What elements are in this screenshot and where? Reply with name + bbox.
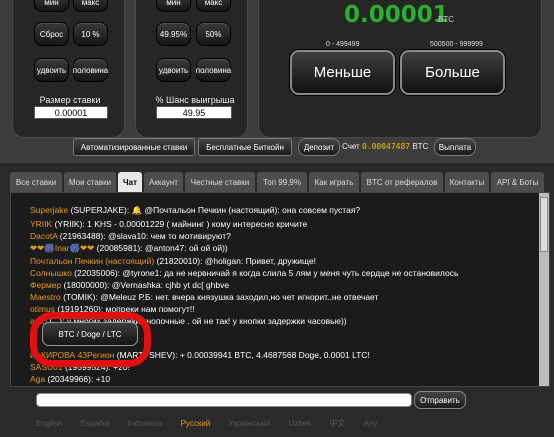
chance-4995-button[interactable]: 49.95% [156,22,191,46]
send-button[interactable]: Отправить [414,391,466,409]
chat-text: (21820010): @holigan: Привет, дружище! [154,256,317,266]
chat-username[interactable]: Почтальон Печкин (настоящий) [30,256,154,266]
tab-contacts[interactable]: Контакты [445,172,489,192]
lang-any[interactable]: Any [364,419,378,428]
tab-account[interactable]: Аккаунт [144,172,183,192]
chat-text: (22035006): @tyrone1: да не нервничай я … [71,268,459,278]
chat-text: (MARTYSHEV): + 0.00039941 BTC, 4.4687568… [114,350,370,360]
balance-value: 0.00047487 [361,142,411,151]
lang-spanish[interactable]: Español [80,419,109,428]
chance-min-button[interactable]: мин [156,0,191,12]
lang-chinese[interactable]: 中文 [329,419,345,428]
chat-username[interactable]: Aga [30,374,45,384]
main-tabs: Все ставки Мои ставки Чат Аккаунт Честны… [10,172,550,193]
chat-input[interactable] [36,393,412,407]
chat-username[interactable]: Фермер [30,280,61,290]
chance-double-button[interactable]: удвоить [156,58,191,82]
tab-top[interactable]: Топ 99,9% [257,172,307,192]
roll-result-unit: BTC [438,15,454,24]
auto-bets-button[interactable]: Автоматизированные ставки [73,138,195,156]
high-range: 500500 - 999999 [430,41,483,48]
lang-uzbek[interactable]: Uzbek [288,419,311,428]
chat-username[interactable]: DacotA [30,231,57,241]
coin-selector-button[interactable]: BTC / Doge / LTC [42,322,138,346]
chat-message: YRIIK (YRIIK): 1 KHS - 0.00001229 ( майн… [30,219,307,229]
win-chance-input[interactable]: 49.95 [156,106,232,119]
chat-username[interactable]: ❤❤🎆Inar🎆❤❤ [30,243,94,253]
chat-text: (20085981): @anton47: ой ой ой)) [94,243,228,253]
bet-reset-button[interactable]: Сброс [34,22,69,46]
tab-referrals[interactable]: BTC от рефералов [361,172,443,192]
tab-all-bets[interactable]: Все ставки [10,172,62,192]
lang-english[interactable]: English [36,419,62,428]
bet-half-button[interactable]: половина [73,58,108,82]
bet-high-button[interactable]: Больше [400,50,505,95]
chat-text: (SUPERJAKE): 🔔 @Почтальон Печкин (настоя… [68,205,361,215]
lang-ukrainian[interactable]: Українській [229,419,271,428]
bet-low-button[interactable]: Меньше [290,50,395,95]
chat-username[interactable]: Maestro [30,292,61,302]
chat-text: (TOMIK): @Meleuz Р.Б: нет. вчера князушк… [60,292,379,302]
lang-indonesian[interactable]: Indonesia [128,419,163,428]
chat-message: ❤❤🎆Inar🎆❤❤ (20085981): @anton47: ой ой о… [30,243,228,254]
chat-scrollbar[interactable] [539,193,549,386]
language-bar: English Español Indonesia Русский Україн… [36,418,393,429]
bet-10pct-button[interactable]: 10 % [73,22,108,46]
chat-username[interactable]: Солнышко [30,268,72,278]
chat-text: (20349966): +10 [45,374,111,384]
balance-label: Счет [342,142,360,151]
chat-text: (18000000): @Vernashka: cjhb yt dc[ ghbv… [61,280,230,290]
chat-text: (YRIIK): 1 KHS - 0.00001229 ( майнинг ) … [52,219,308,229]
balance-display: Счет 0.00047487 BTC [342,142,428,151]
lang-russian[interactable]: Русский [181,419,211,428]
chance-50-button[interactable]: 50% [196,22,231,46]
bet-size-label: Размер ставки [39,95,101,105]
win-chance-label: % Шанс выигрыша [155,95,235,105]
chat-message: Фермер (18000000): @Vernashka: cjhb yt d… [30,280,229,290]
chat-message: Maestro (TOMIK): @Meleuz Р.Б: нет. вчера… [30,292,378,302]
chance-max-button[interactable]: макс [196,0,231,12]
low-range: 0 - 499499 [326,41,360,48]
free-btc-button[interactable]: Бесплатные Биткойн [198,138,292,156]
chat-username[interactable]: YRIIK [30,219,52,229]
chance-half-button[interactable]: половина [196,58,231,82]
deposit-button[interactable]: Депозит [298,138,340,156]
chat-text: (21963488): @slava10: чем то мотивируют? [57,231,231,241]
chat-message: Superjake (SUPERJAKE): 🔔 @Почтальон Печк… [30,205,360,216]
chat-message: Aga (20349966): +10 [30,374,110,384]
bet-double-button[interactable]: удвоить [34,58,69,82]
balance-unit: BTC [412,142,429,151]
roll-result: 0.00001 [344,2,449,28]
chat-scrollbar-thumb[interactable] [540,197,548,252]
bet-size-input[interactable]: 0.00001 [34,106,108,119]
tab-chat[interactable]: Чат [118,172,142,193]
bet-max-button[interactable]: макс [73,0,108,12]
chat-username[interactable]: Superjake [30,205,68,215]
chat-message: Солнышко (22035006): @tyrone1: да не нер… [30,268,458,278]
tab-fair-bets[interactable]: Честные ставки [185,172,255,192]
tab-how-to-play[interactable]: Как играть [309,172,359,192]
chat-message: Почтальон Печкин (настоящий) (21820010):… [30,256,316,266]
tab-my-bets[interactable]: Мои ставки [64,172,116,192]
chat-message: DacotA (21963488): @slava10: чем то моти… [30,231,231,241]
bet-min-button[interactable]: мин [34,0,69,12]
withdraw-button[interactable]: Выплата [434,138,476,156]
tab-api-bots[interactable]: API & Боты [491,172,544,192]
